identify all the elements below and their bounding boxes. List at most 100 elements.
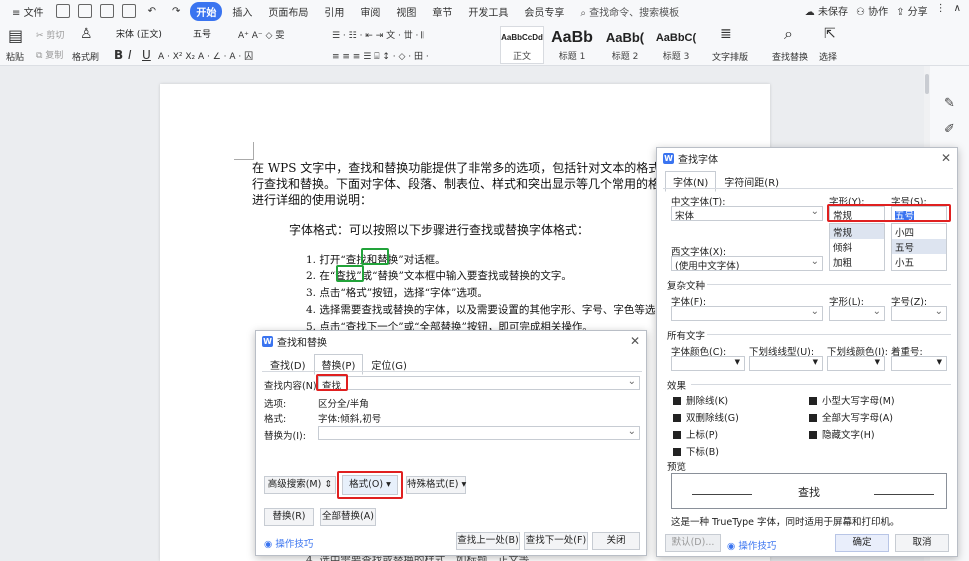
paste-button[interactable]: 粘贴 xyxy=(6,50,24,63)
options-value: 区分全/半角 xyxy=(318,399,369,410)
close-icon[interactable]: ✕ xyxy=(630,334,640,348)
tab-page-layout[interactable]: 页面布局 xyxy=(262,2,314,21)
style-option-italic[interactable]: 倾斜 xyxy=(830,239,884,254)
collapse-icon[interactable]: ∧ xyxy=(954,3,961,18)
find-next-button[interactable]: 查找下一处(F) xyxy=(524,532,588,550)
advanced-search-button[interactable]: 高级搜索(M) ⇕ xyxy=(264,476,336,494)
font-grow-shrink[interactable]: A⁺ A⁻ ◇ 雯 xyxy=(238,28,284,41)
style-normal[interactable]: AaBbCcDd 正文 xyxy=(500,26,544,64)
tab-developer[interactable]: 开发工具 xyxy=(462,2,514,21)
italic-button[interactable]: I xyxy=(128,48,132,62)
tab-view[interactable]: 视图 xyxy=(390,2,422,21)
tips-link[interactable]: ◉ 操作技巧 xyxy=(264,536,313,550)
command-search[interactable]: ⌕ 查找命令、搜索模板 xyxy=(574,2,685,21)
double-strike-checkbox[interactable]: 双删除线(G) xyxy=(673,410,739,424)
complex-font-select[interactable] xyxy=(671,306,823,321)
style-heading-1[interactable]: AaBb 标题 1 xyxy=(546,26,598,64)
style-h3-label: 标题 3 xyxy=(662,52,690,62)
find-replace-icon[interactable]: ⌕ xyxy=(784,24,793,44)
style-heading-3[interactable]: AaBbC( 标题 3 xyxy=(652,26,700,64)
tab-insert[interactable]: 插入 xyxy=(226,2,258,21)
subscript-checkbox[interactable]: 下标(B) xyxy=(673,444,719,458)
superscript-checkbox[interactable]: 上标(P) xyxy=(673,427,718,441)
complex-size-select[interactable] xyxy=(891,306,947,321)
style-heading-2[interactable]: AaBb( 标题 2 xyxy=(600,26,650,64)
tab-references[interactable]: 引用 xyxy=(318,2,350,21)
menu-file[interactable]: ≡ 文件 xyxy=(6,2,50,21)
highlight-box-find-2 xyxy=(336,265,364,282)
underline-select[interactable]: ▼ xyxy=(749,356,823,371)
tab-home[interactable]: 开始 xyxy=(190,1,223,21)
bold-button[interactable]: B xyxy=(114,48,123,62)
underline-button[interactable]: U xyxy=(142,48,151,62)
find-previous-button[interactable]: 查找上一处(B) xyxy=(456,532,520,550)
paste-icon[interactable]: ▤ xyxy=(8,26,23,45)
complex-divider xyxy=(707,284,951,285)
unsaved-button[interactable]: ☁ 未保存 xyxy=(805,3,848,18)
tips-link[interactable]: ◉ 操作技巧 xyxy=(727,538,776,552)
select-button[interactable]: 选择 xyxy=(819,50,837,63)
style-list[interactable]: 常规 倾斜 加粗 xyxy=(829,223,885,271)
font-color-select[interactable]: ▼ xyxy=(671,356,745,371)
underline-color-select[interactable]: ▼ xyxy=(827,356,885,371)
cut-button[interactable]: ✂ 剪切 xyxy=(36,28,64,41)
close-button[interactable]: 关闭 xyxy=(592,532,640,550)
format-painter-icon[interactable]: ♙ xyxy=(80,26,93,42)
collaborate-button[interactable]: ⚇ 协作 xyxy=(856,3,888,18)
replace-button[interactable]: 替换(R) xyxy=(264,508,314,526)
select-icon[interactable]: ⇱ xyxy=(824,26,836,42)
find-content-input[interactable]: 查找 xyxy=(318,376,640,390)
style-option-bold[interactable]: 加粗 xyxy=(830,254,884,269)
size-option-small4[interactable]: 小四 xyxy=(892,224,946,239)
undo-icon[interactable]: ↶ xyxy=(142,4,162,19)
default-button[interactable]: 默认(D)... xyxy=(665,534,721,552)
style-h1-preview: AaBb xyxy=(551,29,593,46)
complex-style-select[interactable] xyxy=(829,306,885,321)
save-icon[interactable] xyxy=(55,4,70,18)
cancel-button[interactable]: 取消 xyxy=(895,534,949,552)
find-replace-button[interactable]: 查找替换 xyxy=(772,50,808,63)
more-icon[interactable]: ⋮ xyxy=(936,3,946,18)
scroll-thumb[interactable] xyxy=(925,74,929,94)
close-icon[interactable]: ✕ xyxy=(941,151,951,165)
replace-with-input[interactable] xyxy=(318,426,640,440)
font-size-select[interactable]: 五号 xyxy=(190,26,232,42)
print-icon[interactable] xyxy=(99,4,114,18)
export-icon[interactable] xyxy=(77,4,92,18)
share-button[interactable]: ⇪ 分享 xyxy=(896,3,928,18)
special-format-button[interactable]: 特殊格式(E) ▾ xyxy=(406,476,466,494)
hidden-text-checkbox[interactable]: 隐藏文字(H) xyxy=(809,427,875,441)
cn-font-select[interactable]: 宋体 xyxy=(671,206,823,221)
text-layout-icon[interactable]: ≣ xyxy=(720,26,732,42)
size-option-small5[interactable]: 小五 xyxy=(892,254,946,269)
edit-icon[interactable]: ✐ xyxy=(944,122,955,137)
style-option-regular[interactable]: 常规 xyxy=(830,224,884,239)
pen-icon[interactable]: ✎ xyxy=(944,96,955,111)
copy-button[interactable]: ⧉ 复制 xyxy=(36,48,63,61)
format-painter-button[interactable]: 格式刷 xyxy=(72,50,99,63)
size-option-5[interactable]: 五号 xyxy=(892,239,946,254)
find-replace-dialog: W 查找和替换 ✕ 查找(D) 替换(P) 定位(G) 查找内容(N): 查找 … xyxy=(255,330,647,556)
emphasis-select[interactable]: ▼ xyxy=(891,356,947,371)
redo-icon[interactable]: ↷ xyxy=(166,4,186,19)
replace-all-button[interactable]: 全部替换(A) xyxy=(320,508,376,526)
ok-button[interactable]: 确定 xyxy=(835,534,889,552)
all-caps-checkbox[interactable]: 全部大写字母(A) xyxy=(809,410,893,424)
small-caps-label: 小型大写字母(M) xyxy=(822,396,895,407)
tab-chapter[interactable]: 章节 xyxy=(426,2,458,21)
strikethrough-checkbox[interactable]: 删除线(K) xyxy=(673,393,728,407)
tab-member[interactable]: 会员专享 xyxy=(518,2,570,21)
text-layout-button[interactable]: 文字排版 xyxy=(712,50,748,63)
advanced-search-label: 高级搜索(M) xyxy=(267,479,322,490)
align-buttons[interactable]: ≡ ≡ ≡ ☰ ⌸ ↕ · ◇ · 田 · xyxy=(332,49,429,62)
print-preview-icon[interactable] xyxy=(121,4,136,18)
list-buttons[interactable]: ☰ · ☷ · ⇤ ⇥ 文 · 丗 · 𝄃 xyxy=(332,28,423,41)
small-caps-checkbox[interactable]: 小型大写字母(M) xyxy=(809,393,895,407)
font-effects[interactable]: A · X² X₂ A · ∠ · A · 囚 xyxy=(158,49,253,62)
west-font-select[interactable]: (使用中文字体) xyxy=(671,256,823,271)
dropdown-arrow-icon: ▼ xyxy=(734,358,740,366)
size-list[interactable]: 小四 五号 小五 xyxy=(891,223,947,271)
tab-review[interactable]: 审阅 xyxy=(354,2,386,21)
font-name-select[interactable]: 宋体 (正文) xyxy=(113,26,183,42)
intro-line-1: 在 WPS 文字中，查找和替换功能提供了非常多的选项，包括针对文本的格式 xyxy=(252,161,661,175)
